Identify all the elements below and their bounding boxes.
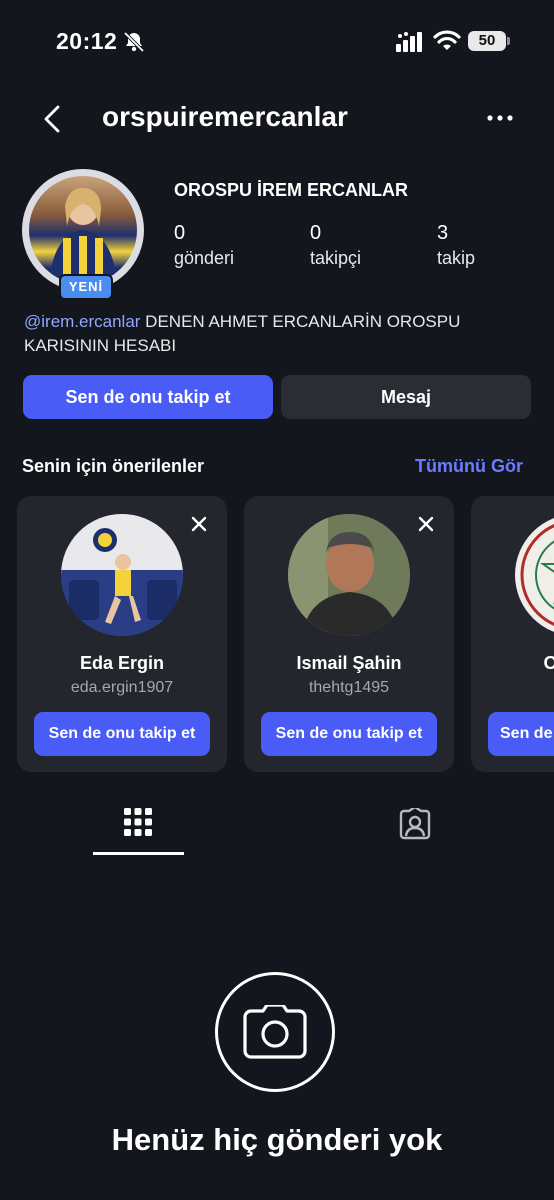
signal-icon <box>396 32 422 52</box>
suggestion-name[interactable]: Eda Ergin <box>17 653 227 674</box>
new-badge: YENİ <box>59 274 113 300</box>
profile-username: orspuiremercanlar <box>102 101 348 132</box>
bio-mention-link[interactable]: @irem.ercanlar <box>24 312 140 331</box>
following-label[interactable]: takip <box>437 248 475 269</box>
posts-count[interactable]: 0 <box>174 222 185 245</box>
follow-button[interactable]: Sen de onu takip et <box>23 375 273 419</box>
status-time: 20:12 <box>56 28 118 54</box>
suggestion-avatar[interactable] <box>515 514 554 636</box>
suggestion-name[interactable]: ONDER <box>471 653 554 674</box>
see-all-link[interactable]: Tümünü Gör <box>415 456 523 477</box>
wifi-icon <box>433 30 461 50</box>
bio: @irem.ercanlar DENEN AHMET ERCANLARİN OR… <box>24 310 534 358</box>
close-icon[interactable] <box>416 514 436 534</box>
followers-label[interactable]: takipçi <box>310 248 361 269</box>
message-button[interactable]: Mesaj <box>281 375 531 419</box>
suggestion-avatar[interactable] <box>61 514 183 636</box>
followers-count[interactable]: 0 <box>310 222 321 245</box>
following-count[interactable]: 3 <box>437 222 448 245</box>
display-name: OROSPU İREM ERCANLAR <box>174 180 409 200</box>
chevron-left-icon[interactable] <box>38 104 68 134</box>
suggestion-card-clip: ONDER onder Sen de <box>471 496 554 772</box>
suggestion-name[interactable]: Ismail Şahin <box>244 653 454 674</box>
suggestion-handle: onder <box>471 679 554 697</box>
battery-icon: 50 <box>468 31 506 51</box>
suggestion-avatar[interactable] <box>288 514 410 636</box>
camera-icon <box>243 1005 307 1059</box>
suggestion-follow-button[interactable]: Sen de onu takip et <box>261 712 437 756</box>
suggestions-title: Senin için önerilenler <box>22 456 205 476</box>
empty-state-title: Henüz hiç gönderi yok <box>111 1122 443 1157</box>
bell-slash-icon <box>123 31 145 53</box>
suggestion-follow-button[interactable]: Sen de onu takip et <box>34 712 210 756</box>
suggestion-follow-button[interactable]: Sen de <box>488 712 554 756</box>
avatar[interactable] <box>29 176 137 284</box>
posts-label[interactable]: gönderi <box>174 248 234 269</box>
tab-selected-indicator <box>93 852 184 855</box>
grid-icon[interactable] <box>124 808 152 836</box>
suggestion-handle: eda.ergin1907 <box>70 679 174 696</box>
close-icon[interactable] <box>189 514 209 534</box>
battery-cap <box>507 37 510 45</box>
tagged-user-icon[interactable] <box>399 808 431 840</box>
more-horizontal-icon[interactable] <box>484 108 516 128</box>
suggestion-handle: thehtg1495 <box>308 679 390 696</box>
